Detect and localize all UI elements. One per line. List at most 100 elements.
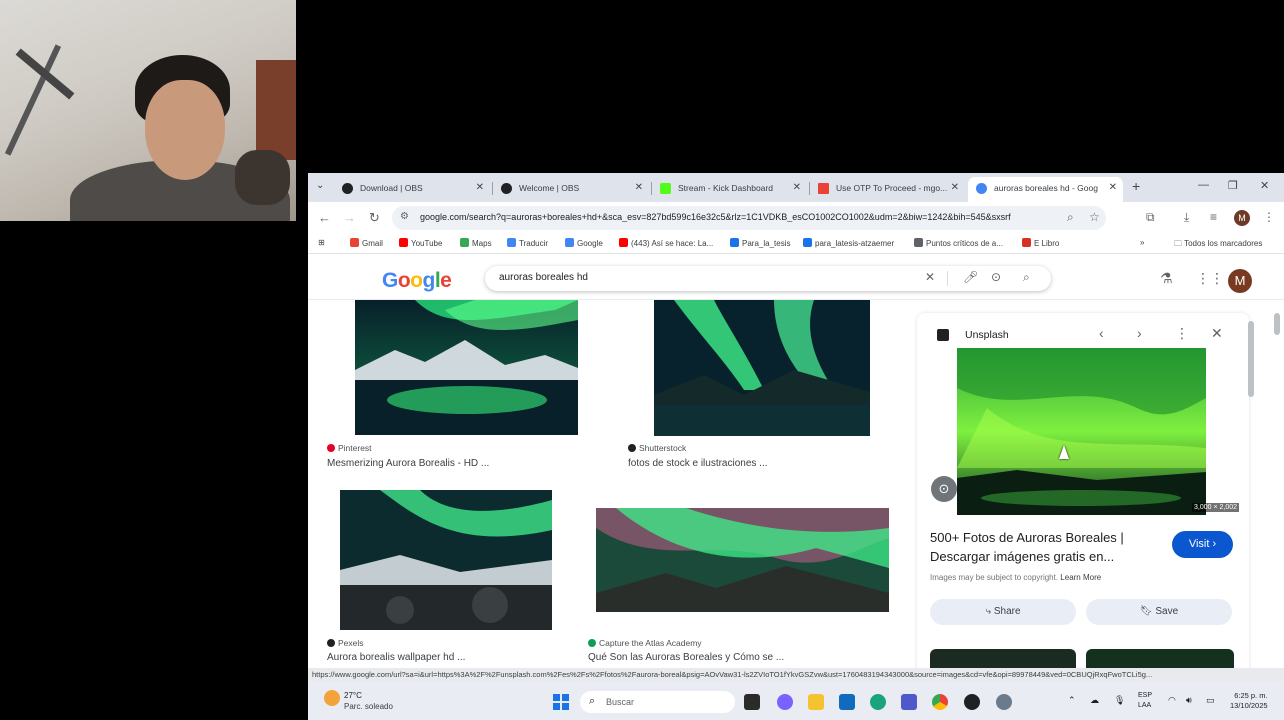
close-icon[interactable]: ✕ — [1211, 325, 1223, 342]
share-button[interactable]: ⤷ Share — [930, 599, 1076, 625]
close-tab-icon[interactable]: ✕ — [476, 177, 484, 199]
address-bar[interactable]: ⚙ google.com/search?q=auroras+boreales+h… — [392, 206, 1106, 230]
close-window-icon[interactable]: ✕ — [1260, 179, 1269, 192]
language-indicator[interactable]: ESP LAA — [1138, 691, 1152, 711]
system-clock[interactable]: 6:25 p. m. 13/10/2025 — [1230, 691, 1268, 711]
settings-gear-icon[interactable] — [996, 694, 1012, 710]
bookmark-para-latesis[interactable]: para_latesis-atzaemer — [803, 238, 894, 248]
reload-icon[interactable]: ↻ — [369, 210, 380, 226]
weather-sun-icon[interactable] — [324, 690, 340, 706]
result-title-3[interactable]: Aurora borealis wallpaper hd ... — [327, 652, 465, 663]
tab-search-button[interactable]: ⌄ — [316, 180, 324, 191]
site-info-icon[interactable]: ⚙ — [400, 211, 409, 222]
tab-kick-dashboard[interactable]: Stream - Kick Dashboard ✕ — [652, 177, 807, 202]
preview-source[interactable]: Unsplash — [965, 329, 1009, 341]
download-icon[interactable]: ⤓ — [1184, 210, 1189, 225]
result-title-2[interactable]: fotos de stock e ilustraciones ... — [628, 458, 768, 469]
labs-flask-icon[interactable]: ⚗ — [1160, 270, 1173, 287]
store-icon[interactable] — [839, 694, 855, 710]
tab-google-search[interactable]: auroras boreales hd - Goog ✕ — [968, 177, 1123, 202]
apps-grid-icon[interactable]: ⊞ — [318, 238, 325, 247]
related-image[interactable] — [930, 649, 1076, 668]
profile-avatar[interactable]: M — [1234, 210, 1250, 226]
page-scrollbar[interactable] — [1274, 313, 1280, 335]
tab-gmail-otp[interactable]: Use OTP To Proceed - mgo... ✕ — [810, 177, 965, 202]
extensions-icon[interactable]: ⧉ — [1146, 210, 1155, 225]
show-hidden-icons[interactable]: ⌃ — [1068, 695, 1076, 706]
close-tab-icon[interactable]: ✕ — [793, 177, 801, 199]
result-image-3[interactable] — [340, 490, 552, 630]
weather-temperature[interactable]: 27°C — [344, 691, 362, 700]
result-image-1[interactable] — [355, 300, 578, 435]
unsplash-icon — [937, 329, 949, 341]
menu-kebab-icon[interactable]: ⋮ — [1263, 210, 1275, 224]
close-tab-icon[interactable]: ✕ — [1109, 177, 1117, 199]
preview-title[interactable]: 500+ Fotos de Auroras Boreales | Descarg… — [930, 528, 1155, 566]
bookmark-traducir[interactable]: Traducir — [507, 238, 548, 248]
teams-icon[interactable] — [901, 694, 917, 710]
taskbar-search[interactable]: ⌕ Buscar — [580, 691, 735, 713]
panel-scrollbar[interactable] — [1248, 321, 1254, 397]
learn-more-link[interactable]: Learn More — [1060, 573, 1101, 582]
bookmark-star-icon[interactable]: ☆ — [1089, 210, 1100, 224]
result-image-2[interactable] — [654, 300, 870, 436]
search-icon[interactable]: ⌕ — [1023, 270, 1030, 285]
more-bookmarks-icon[interactable]: » — [1140, 238, 1144, 247]
save-button[interactable]: 🔖︎ Save — [1086, 599, 1232, 625]
task-view-icon[interactable] — [744, 694, 760, 710]
file-explorer-icon[interactable] — [808, 694, 824, 710]
bookmark-para-la-tesis[interactable]: Para_la_tesis — [730, 238, 790, 248]
result-title-4[interactable]: Qué Son las Auroras Boreales y Cómo se .… — [588, 652, 784, 663]
microphone-icon[interactable]: 🎤︎ — [963, 270, 978, 284]
volume-icon[interactable]: 🔊︎ — [1186, 695, 1192, 706]
media-icon[interactable]: ≡ — [1210, 210, 1217, 224]
copilot-icon[interactable] — [777, 694, 793, 710]
minimize-icon[interactable]: — — [1198, 179, 1209, 191]
battery-icon[interactable]: ▭ — [1206, 695, 1215, 706]
edge-icon[interactable] — [870, 694, 886, 710]
bookmark-gmail[interactable]: Gmail — [350, 238, 383, 248]
result-image-4[interactable] — [596, 508, 889, 612]
apps-grid-icon[interactable]: ⋮⋮ — [1196, 270, 1224, 287]
forward-icon[interactable]: → — [343, 210, 356, 225]
clear-icon[interactable]: ✕ — [925, 270, 935, 284]
tab-obs-download[interactable]: Download | OBS ✕ — [334, 177, 490, 202]
all-bookmarks-folder[interactable]: 🗀 Todos los marcadores — [1174, 238, 1262, 252]
related-image[interactable] — [1086, 649, 1234, 668]
bookmark-video[interactable]: (443) Así se hace: La... — [619, 238, 713, 248]
search-input[interactable]: auroras boreales hd — [499, 272, 588, 283]
bookmark-e-libro[interactable]: E Libro — [1022, 238, 1059, 248]
previous-icon[interactable]: ‹ — [1099, 325, 1104, 341]
lens-icon[interactable]: ⊙ — [991, 270, 1001, 284]
wifi-icon[interactable]: ◠ — [1168, 695, 1176, 706]
preview-image[interactable] — [957, 348, 1206, 515]
account-avatar[interactable]: M — [1228, 269, 1252, 293]
result-source-2: Shutterstock — [628, 443, 686, 453]
bookmark-youtube[interactable]: YouTube — [399, 238, 442, 248]
obs-icon[interactable] — [964, 694, 980, 710]
next-icon[interactable]: › — [1137, 325, 1142, 341]
restore-icon[interactable]: ❐ — [1228, 179, 1238, 192]
microphone-icon[interactable]: 🎙︎ — [1114, 695, 1125, 706]
search-box[interactable]: auroras boreales hd ✕ 🎤︎ ⊙ ⌕ — [485, 266, 1051, 291]
lens-search-icon[interactable]: ⊙ — [931, 476, 957, 502]
chrome-icon[interactable] — [932, 694, 948, 710]
visit-button[interactable]: Visit › — [1172, 531, 1233, 558]
tab-obs-welcome[interactable]: Welcome | OBS ✕ — [493, 177, 649, 202]
bookmark-google[interactable]: Google — [565, 238, 603, 248]
back-icon[interactable]: ← — [318, 210, 331, 225]
webcam-person-face — [145, 80, 225, 180]
close-tab-icon[interactable]: ✕ — [951, 177, 959, 199]
bookmark-maps[interactable]: Maps — [460, 238, 492, 248]
new-tab-button[interactable]: + — [1132, 178, 1140, 194]
zoom-search-icon[interactable]: ⌕ — [1067, 210, 1074, 225]
windows-start-icon[interactable] — [553, 694, 569, 710]
result-title-1[interactable]: Mesmerizing Aurora Borealis - HD ... — [327, 458, 489, 469]
bookmark-puntos-criticos[interactable]: Puntos críticos de a... — [914, 238, 1003, 248]
more-options-icon[interactable]: ⋮ — [1175, 325, 1189, 342]
tab-title: Use OTP To Proceed - mgo... — [836, 183, 948, 193]
weather-description[interactable]: Parc. soleado — [344, 702, 393, 711]
onedrive-icon[interactable]: ☁ — [1090, 695, 1099, 706]
google-logo[interactable]: Google — [382, 269, 452, 293]
close-tab-icon[interactable]: ✕ — [635, 177, 643, 199]
